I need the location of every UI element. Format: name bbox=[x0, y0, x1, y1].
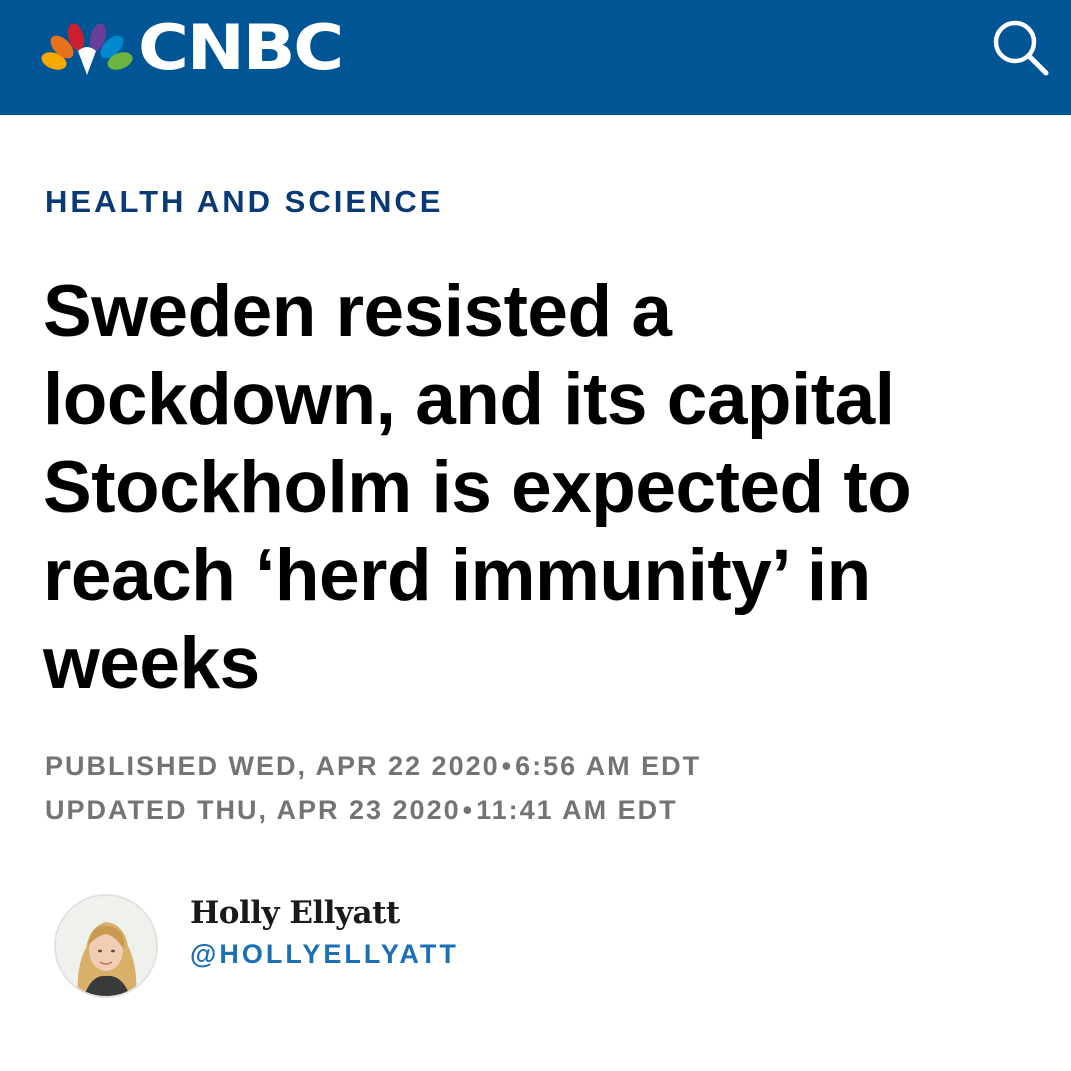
updated-label: UPDATED THU, APR 23 2020 bbox=[45, 795, 461, 825]
cnbc-wordmark: CNBC bbox=[138, 11, 344, 84]
article-headline: Sweden resisted a lockdown, and its capi… bbox=[43, 271, 912, 704]
author-info: Holly Ellyatt @HOLLYELLYATT bbox=[190, 894, 459, 970]
updated-date: UPDATED THU, APR 23 2020•11:41 AM EDT bbox=[45, 788, 701, 832]
published-separator: • bbox=[501, 751, 514, 781]
published-time: 6:56 AM EDT bbox=[515, 751, 702, 781]
published-date: PUBLISHED WED, APR 22 2020•6:56 AM EDT bbox=[45, 744, 701, 788]
article-timestamps: PUBLISHED WED, APR 22 2020•6:56 AM EDT U… bbox=[45, 744, 701, 832]
author-handle-link[interactable]: @HOLLYELLYATT bbox=[190, 938, 459, 970]
avatar-photo bbox=[56, 896, 156, 996]
updated-time: 11:41 AM EDT bbox=[476, 795, 678, 825]
search-button[interactable] bbox=[987, 14, 1053, 80]
cnbc-logo[interactable]: CNBC bbox=[40, 16, 344, 80]
author-name[interactable]: Holly Ellyatt bbox=[190, 894, 459, 932]
nbc-peacock-icon bbox=[41, 23, 133, 75]
author-avatar[interactable] bbox=[54, 894, 158, 998]
article-category[interactable]: HEALTH AND SCIENCE bbox=[45, 184, 443, 220]
updated-separator: • bbox=[462, 795, 475, 825]
author-byline: Holly Ellyatt @HOLLYELLYATT bbox=[54, 894, 459, 998]
search-icon bbox=[993, 20, 1049, 76]
article-page: CNBC HEALTH AND SCIENCE Sweden resisted … bbox=[0, 0, 1071, 1071]
published-label: PUBLISHED WED, APR 22 2020 bbox=[45, 751, 500, 781]
site-header: CNBC bbox=[0, 0, 1071, 115]
